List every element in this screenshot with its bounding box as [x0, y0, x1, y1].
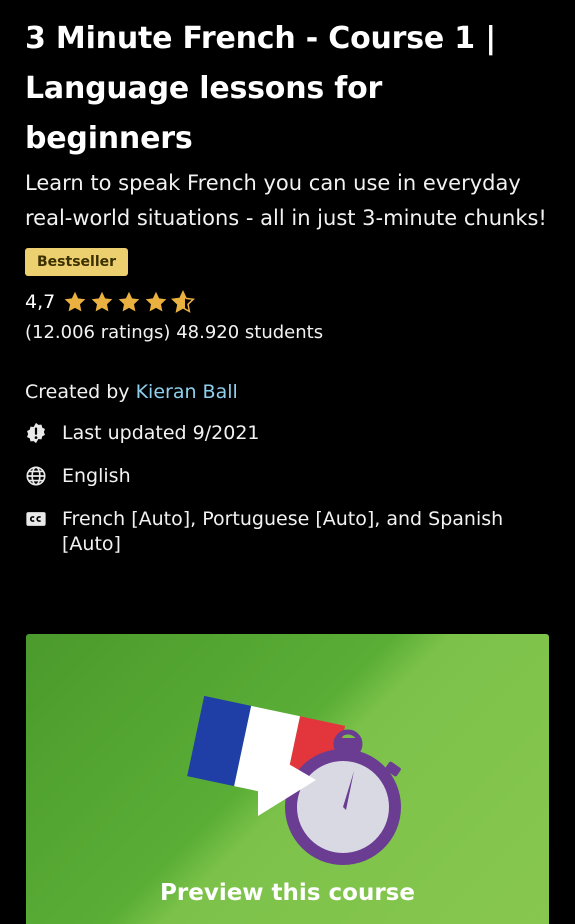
students-count: 48.920 students [176, 322, 324, 343]
play-icon [258, 746, 316, 816]
star-icon [64, 291, 86, 312]
globe-icon [26, 466, 46, 486]
instructor-link[interactable]: Kieran Ball [136, 381, 238, 403]
bestseller-badge: Bestseller [25, 248, 129, 276]
language-row: English [25, 464, 551, 489]
ratings-count[interactable]: (12.006 ratings) [25, 322, 170, 343]
star-icon [118, 291, 140, 312]
captions-text: French [Auto], Portuguese [Auto], and Sp… [62, 508, 504, 555]
course-preview-video[interactable]: Preview this course [26, 634, 549, 924]
language-text: English [62, 465, 131, 487]
course-page: 3 Minute French - Course 1 | Language le… [0, 0, 575, 924]
rating-row: 4,7 [25, 288, 551, 316]
star-icon [145, 291, 167, 312]
preview-course-label[interactable]: Preview this course [26, 880, 549, 906]
course-header: 3 Minute French - Course 1 | Language le… [0, 0, 575, 557]
last-updated-text: Last updated 9/2021 [62, 422, 260, 444]
last-updated-row: Last updated 9/2021 [25, 421, 551, 446]
course-subtitle: Learn to speak French you can use in eve… [25, 171, 547, 230]
course-title: 3 Minute French - Course 1 | Language le… [25, 21, 496, 156]
rating-stars [63, 290, 196, 314]
rating-value: 4,7 [25, 291, 56, 313]
alert-badge-icon [27, 422, 45, 444]
created-by: Created by Kieran Ball [25, 381, 551, 403]
closed-captions-icon [26, 512, 46, 526]
half-star-icon [171, 290, 196, 313]
created-by-label: Created by [25, 381, 130, 403]
captions-row: French [Auto], Portuguese [Auto], and Sp… [25, 507, 551, 557]
ratings-and-students: (12.006 ratings) 48.920 students [25, 322, 551, 343]
star-icon [91, 291, 113, 312]
